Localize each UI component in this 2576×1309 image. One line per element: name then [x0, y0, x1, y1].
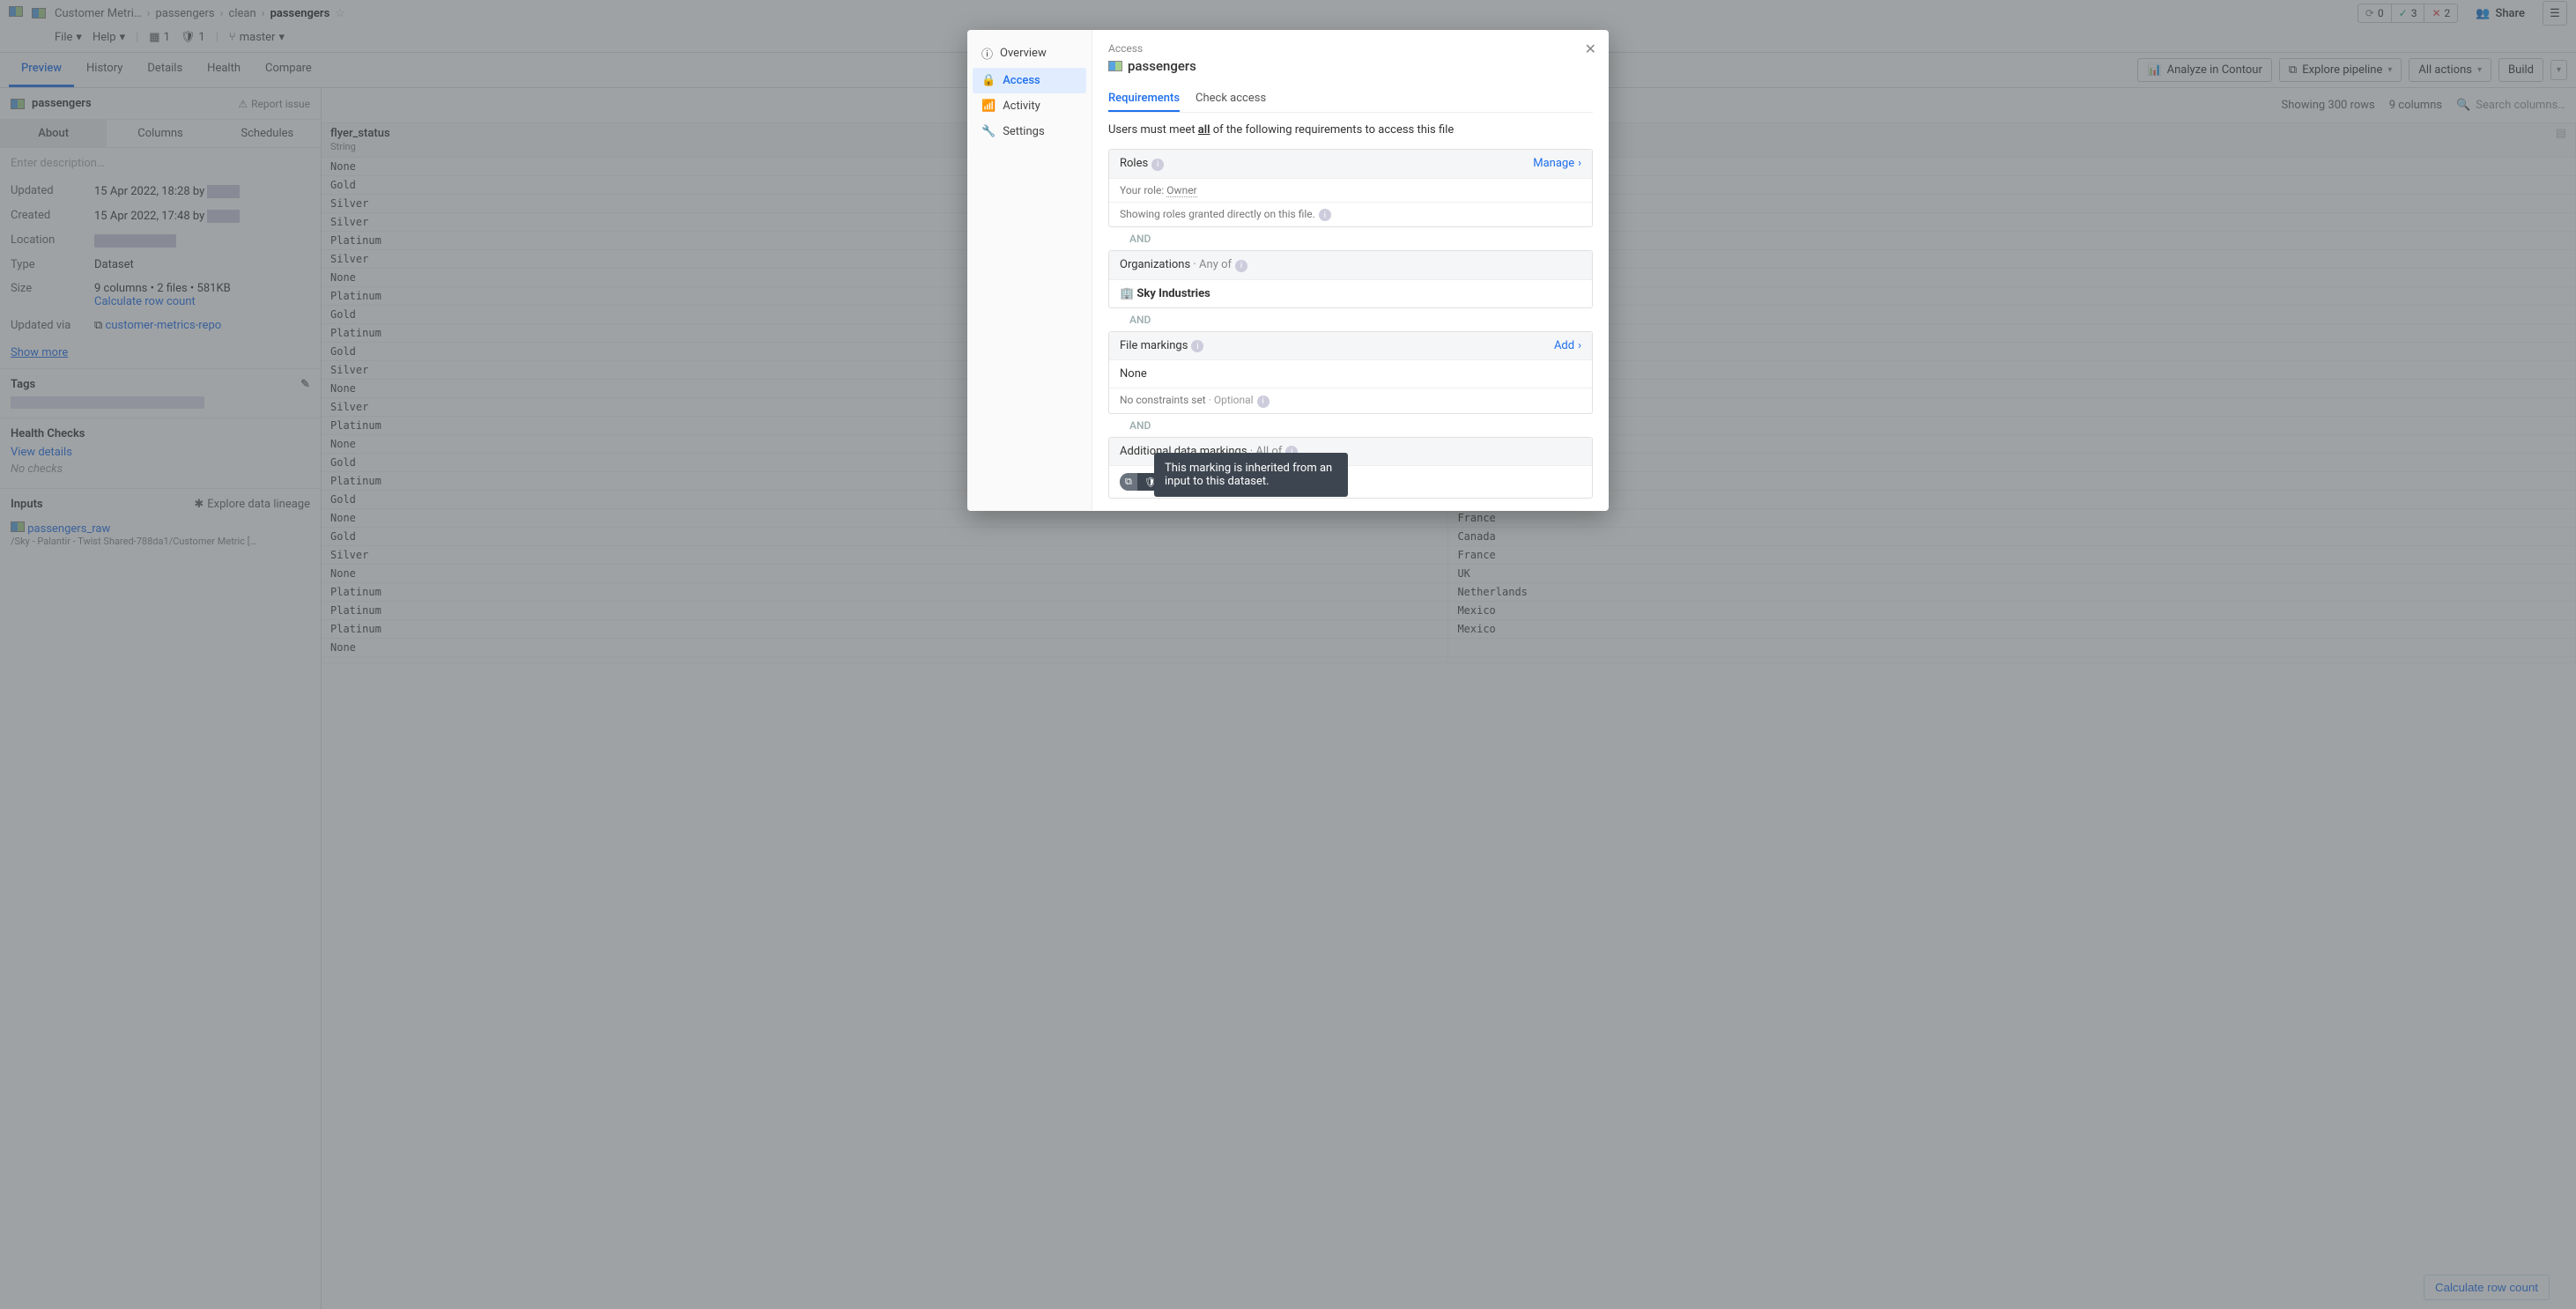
nav-settings[interactable]: 🔧Settings [973, 119, 1086, 144]
modal-nav: ⓘOverview 🔒Access 📶Activity 🔧Settings [967, 30, 1092, 511]
tab-requirements[interactable]: Requirements [1108, 86, 1180, 112]
close-icon[interactable]: ✕ [1585, 41, 1596, 57]
info-icon[interactable]: i [1257, 396, 1269, 408]
pipeline-icon: ⧉ [1120, 473, 1137, 491]
tab-check-access[interactable]: Check access [1195, 86, 1266, 112]
optional-text: · Optional [1206, 394, 1254, 406]
add-marking-link[interactable]: Add › [1554, 339, 1581, 352]
markings-heading: File markings [1120, 339, 1188, 352]
constraints-text: No constraints set [1120, 394, 1206, 406]
markings-panel: File markingsiAdd › None No constraints … [1108, 331, 1593, 414]
nav-activity[interactable]: 📶Activity [973, 93, 1086, 119]
markings-none: None [1109, 360, 1592, 388]
nav-overview[interactable]: ⓘOverview [973, 39, 1086, 68]
org-icon: 🏢 [1120, 287, 1134, 300]
modal-crumb: Access [1108, 42, 1593, 55]
roles-heading: Roles [1120, 157, 1148, 170]
info-icon: ⓘ [981, 45, 993, 62]
and-connector: AND [1108, 227, 1593, 250]
roles-panel: RolesiManage › Your role: Owner Showing … [1108, 149, 1593, 227]
rss-icon: 📶 [981, 100, 996, 113]
roles-note: Showing roles granted directly on this f… [1120, 208, 1315, 220]
and-connector: AND [1108, 414, 1593, 437]
org-name: Sky Industries [1136, 287, 1210, 300]
info-icon[interactable]: i [1319, 209, 1331, 221]
manage-roles-link[interactable]: Manage › [1533, 157, 1581, 170]
inherited-tooltip: This marking is inherited from an input … [1154, 453, 1348, 497]
anyof-text: · Any of [1190, 258, 1232, 271]
lock-icon: 🔒 [981, 74, 996, 87]
instructions-text: Users must meet all of the following req… [1108, 123, 1593, 137]
info-icon[interactable]: i [1151, 159, 1164, 171]
orgs-heading: Organizations [1120, 258, 1190, 271]
dataset-icon [1108, 61, 1122, 71]
your-role-value: Owner [1166, 184, 1196, 197]
modal-overlay[interactable]: ⓘOverview 🔒Access 📶Activity 🔧Settings ✕ … [0, 0, 2576, 1309]
wrench-icon: 🔧 [981, 125, 996, 138]
your-role-label: Your role: [1120, 184, 1166, 196]
modal-dataset-name: passengers [1128, 58, 1196, 74]
info-icon[interactable]: i [1235, 260, 1247, 272]
and-connector: AND [1108, 308, 1593, 331]
orgs-panel: Organizations · Any ofi 🏢 Sky Industries [1108, 250, 1593, 308]
access-modal: ⓘOverview 🔒Access 📶Activity 🔧Settings ✕ … [967, 30, 1609, 511]
nav-access[interactable]: 🔒Access [973, 68, 1086, 93]
info-icon[interactable]: i [1191, 340, 1203, 352]
